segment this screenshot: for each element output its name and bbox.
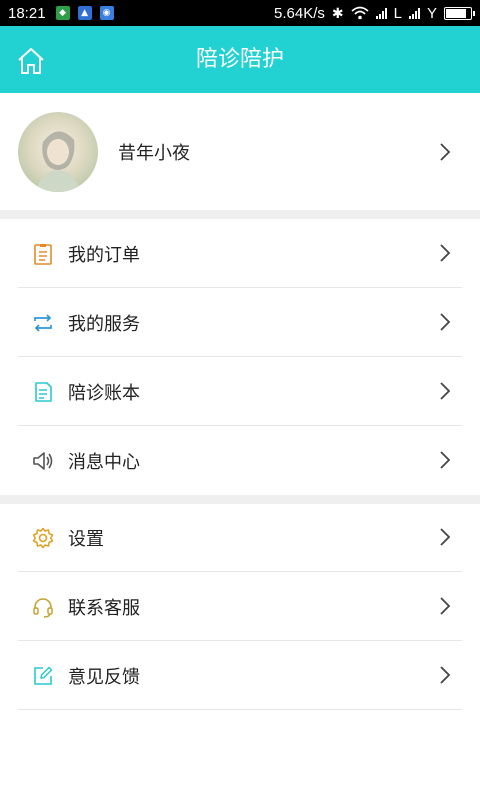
app-notification-icon: ▲: [77, 6, 92, 20]
section-gap: [0, 210, 480, 219]
signal-icon-2: [408, 7, 420, 19]
avatar[interactable]: [18, 111, 98, 192]
menu-group-settings: 设置 联系客服 意见反馈: [0, 503, 480, 710]
app-header: 陪诊陪护: [0, 26, 480, 93]
shield-notification-icon: ◆: [55, 6, 70, 20]
menu-item-my-services[interactable]: 我的服务: [0, 288, 480, 357]
speaker-icon: [33, 451, 53, 470]
divider: [18, 709, 462, 710]
chevron-right-icon: [440, 528, 451, 546]
feedback-edit-icon: [34, 666, 53, 685]
gear-icon: [32, 527, 54, 548]
status-time: 18:21: [8, 4, 46, 22]
status-bar: 18:21 ◆ ▲ ◉ 5.64K/s ✱ L Y: [0, 0, 480, 26]
menu-item-settings[interactable]: 设置: [0, 503, 480, 572]
bluetooth-icon: ✱: [331, 4, 344, 21]
wifi-icon: [351, 6, 369, 20]
menu-item-contact-support[interactable]: 联系客服: [0, 572, 480, 641]
menu-item-ledger[interactable]: 陪诊账本: [0, 357, 480, 426]
menu-item-label: 陪诊账本: [68, 382, 140, 404]
service-swap-icon: [34, 313, 52, 332]
page-title: 陪诊陪护: [195, 47, 284, 72]
menu-item-label: 联系客服: [68, 597, 140, 619]
battery-icon: [444, 6, 475, 20]
download-notification-icon: ◉: [99, 6, 114, 20]
ledger-icon: [35, 381, 52, 402]
chevron-right-icon: [440, 597, 451, 615]
menu-group-account: 我的订单 我的服务 陪诊账本 消息中心: [0, 219, 480, 495]
profile-name: 昔年小夜: [118, 142, 190, 164]
carrier-l: L: [393, 4, 402, 22]
network-speed: 5.64K/s: [274, 4, 325, 22]
chevron-right-icon: [440, 451, 451, 469]
chevron-right-icon: [440, 143, 451, 161]
menu-item-label: 意见反馈: [68, 666, 140, 688]
profile-row[interactable]: 昔年小夜: [0, 93, 480, 210]
order-list-icon: [34, 243, 52, 265]
menu-item-message-center[interactable]: 消息中心: [0, 426, 480, 495]
menu-item-my-orders[interactable]: 我的订单: [0, 219, 480, 288]
chevron-right-icon: [440, 313, 451, 331]
carrier-y: Y: [426, 4, 437, 22]
signal-icon: [375, 7, 387, 19]
headset-icon: [33, 597, 53, 618]
chevron-right-icon: [440, 244, 451, 262]
menu-item-label: 设置: [68, 528, 104, 550]
menu-item-label: 消息中心: [68, 451, 140, 473]
chevron-right-icon: [440, 666, 451, 684]
chevron-right-icon: [440, 382, 451, 400]
menu-item-label: 我的服务: [68, 313, 140, 335]
menu-item-feedback[interactable]: 意见反馈: [0, 641, 480, 710]
menu-item-label: 我的订单: [68, 244, 140, 266]
